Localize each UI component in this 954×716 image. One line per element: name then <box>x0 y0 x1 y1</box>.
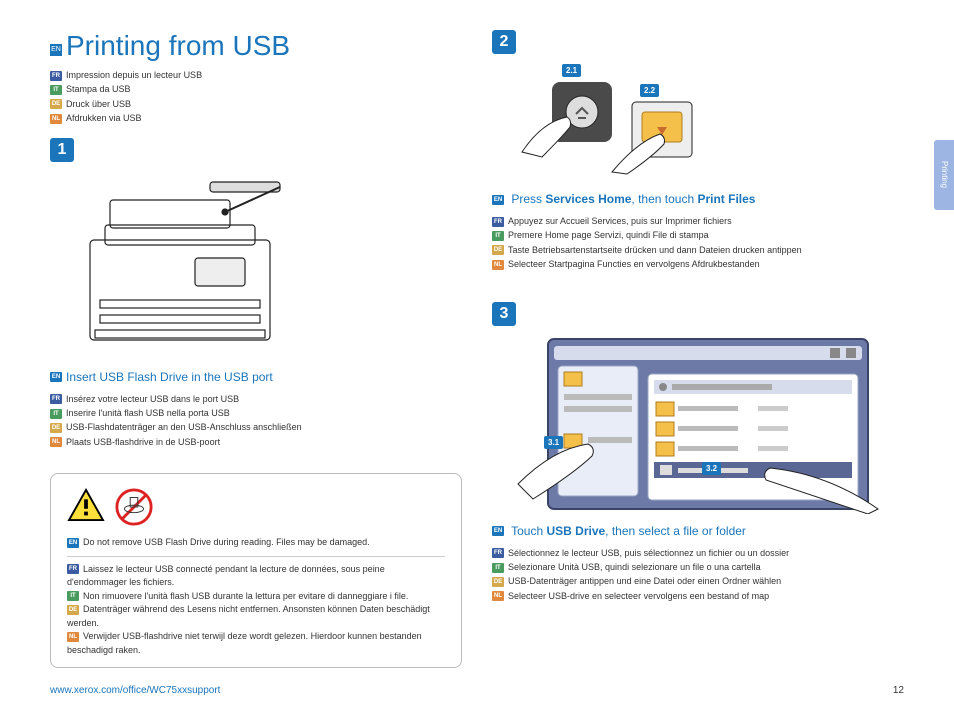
flag-fr-icon: FR <box>492 548 504 558</box>
step-2-badge: 2 <box>492 30 516 54</box>
flag-fr-icon: FR <box>492 217 504 227</box>
warn-de: Datenträger während des Lesens nicht ent… <box>67 604 430 628</box>
flag-fr-icon: FR <box>50 71 62 81</box>
s2-de: Taste Betriebsartenstartseite drücken un… <box>508 245 802 255</box>
flag-en-icon: EN <box>492 195 504 205</box>
page-title: EN Printing from USB <box>50 30 462 62</box>
s3-fr: Sélectionnez le lecteur USB, puis sélect… <box>508 548 789 558</box>
flag-it-icon: IT <box>492 563 504 573</box>
flag-fr-icon: FR <box>67 564 79 574</box>
step-3-badge: 3 <box>492 302 516 326</box>
flag-de-icon: DE <box>492 245 504 255</box>
s3-de: USB-Datenträger antippen und eine Datei … <box>508 576 781 586</box>
flag-en-icon: EN <box>50 372 62 382</box>
step-3-translations: FR Sélectionnez le lecteur USB, puis séle… <box>492 546 904 604</box>
warn-fr: Laissez le lecteur USB connecté pendant … <box>67 564 385 588</box>
side-tab-printing: Printing <box>934 140 954 210</box>
s2-t0: Press <box>511 192 545 206</box>
s1-nl: Plaats USB-flashdrive in de USB-poort <box>66 437 220 447</box>
flag-it-icon: IT <box>492 231 504 241</box>
warning-en: Do not remove USB Flash Drive during rea… <box>83 537 370 547</box>
footer-url[interactable]: www.xerox.com/office/WC75xxsupport <box>50 685 220 696</box>
step-1-badge: 1 <box>50 138 74 162</box>
flag-nl-icon: NL <box>50 114 62 124</box>
step-2-translations: FR Appuyez sur Accueil Services, puis sur… <box>492 214 904 272</box>
warn-nl: Verwijder USB-flashdrive niet terwijl de… <box>67 631 422 655</box>
flag-it-icon: IT <box>67 591 79 601</box>
title-translations: FR Impression depuis un lecteur USB IT Sta… <box>50 68 462 126</box>
substep-3-1: 3.1 <box>544 436 563 449</box>
warning-box: EN Do not remove USB Flash Drive during r… <box>50 473 462 668</box>
flag-de-icon: DE <box>50 423 62 433</box>
s2-t1: Services Home <box>545 192 631 206</box>
trans-it: Stampa da USB <box>66 84 131 94</box>
page-number: 12 <box>893 685 904 696</box>
illustration-printer <box>50 170 462 360</box>
s3-it: Selezionare Unità USB, quindi selezionar… <box>508 562 761 572</box>
s1-fr: Insérez votre lecteur USB dans le port U… <box>66 394 239 404</box>
no-remove-icon <box>115 488 153 526</box>
s3-nl: Selecteer USB-drive en selecteer vervolg… <box>508 591 769 601</box>
title-text: Printing from USB <box>66 30 290 61</box>
flag-it-icon: IT <box>50 409 62 419</box>
flag-de-icon: DE <box>492 577 504 587</box>
trans-de: Druck über USB <box>66 99 131 109</box>
s2-fr: Appuyez sur Accueil Services, puis sur I… <box>508 216 732 226</box>
flag-de-icon: DE <box>67 605 79 615</box>
s1-de: USB-Flashdatenträger an den USB-Anschlus… <box>66 422 302 432</box>
s1-it: Inserire l'unità flash USB nella porta U… <box>66 408 230 418</box>
substep-2-1: 2.1 <box>562 64 581 77</box>
substep-2-2: 2.2 <box>640 84 659 97</box>
s2-it: Premere Home page Servizi, quindi File d… <box>508 230 709 240</box>
s3-t2: , then select a file or folder <box>605 524 746 538</box>
left-column: EN Printing from USB FR Impression depuis … <box>50 30 462 668</box>
s3-t1: USB Drive <box>546 524 605 538</box>
flag-nl-icon: NL <box>50 437 62 447</box>
warn-it: Non rimuovere l'unità flash USB durante … <box>83 591 408 601</box>
s2-t2: , then touch <box>631 192 697 206</box>
page-footer: www.xerox.com/office/WC75xxsupport 12 <box>50 685 904 696</box>
title-flag-en: EN <box>50 44 62 56</box>
step-3-title: EN Touch USB Drive, then select a file o… <box>492 524 904 538</box>
trans-fr: Impression depuis un lecteur USB <box>66 70 202 80</box>
right-column: 2 2.1 2.2 EN Press Services Home, then t… <box>492 30 904 668</box>
substep-3-2: 3.2 <box>702 462 721 475</box>
flag-en-icon: EN <box>492 526 504 536</box>
s2-nl: Selecteer Startpagina Functies en vervol… <box>508 259 760 269</box>
page-content: EN Printing from USB FR Impression depuis … <box>0 0 954 688</box>
step-1-title: EN Insert USB Flash Drive in the USB port <box>50 370 462 384</box>
flag-de-icon: DE <box>50 99 62 109</box>
step-1-translations: FR Insérez votre lecteur USB dans le port… <box>50 392 462 450</box>
trans-nl: Afdrukken via USB <box>66 113 142 123</box>
flag-en-icon: EN <box>67 538 79 548</box>
flag-nl-icon: NL <box>67 632 79 642</box>
s3-t0: Touch <box>511 524 546 538</box>
flag-fr-icon: FR <box>50 394 62 404</box>
flag-nl-icon: NL <box>492 260 504 270</box>
warning-triangle-icon <box>67 488 105 522</box>
illustration-touch-buttons: 2.1 2.2 <box>492 62 904 182</box>
flag-it-icon: IT <box>50 85 62 95</box>
flag-nl-icon: NL <box>492 591 504 601</box>
step-2-title: EN Press Services Home, then touch Print… <box>492 192 904 206</box>
step1-title-text: Insert USB Flash Drive in the USB port <box>66 370 273 384</box>
illustration-screen-ui: 3.1 3.2 <box>492 334 904 514</box>
s2-t3: Print Files <box>697 192 755 206</box>
